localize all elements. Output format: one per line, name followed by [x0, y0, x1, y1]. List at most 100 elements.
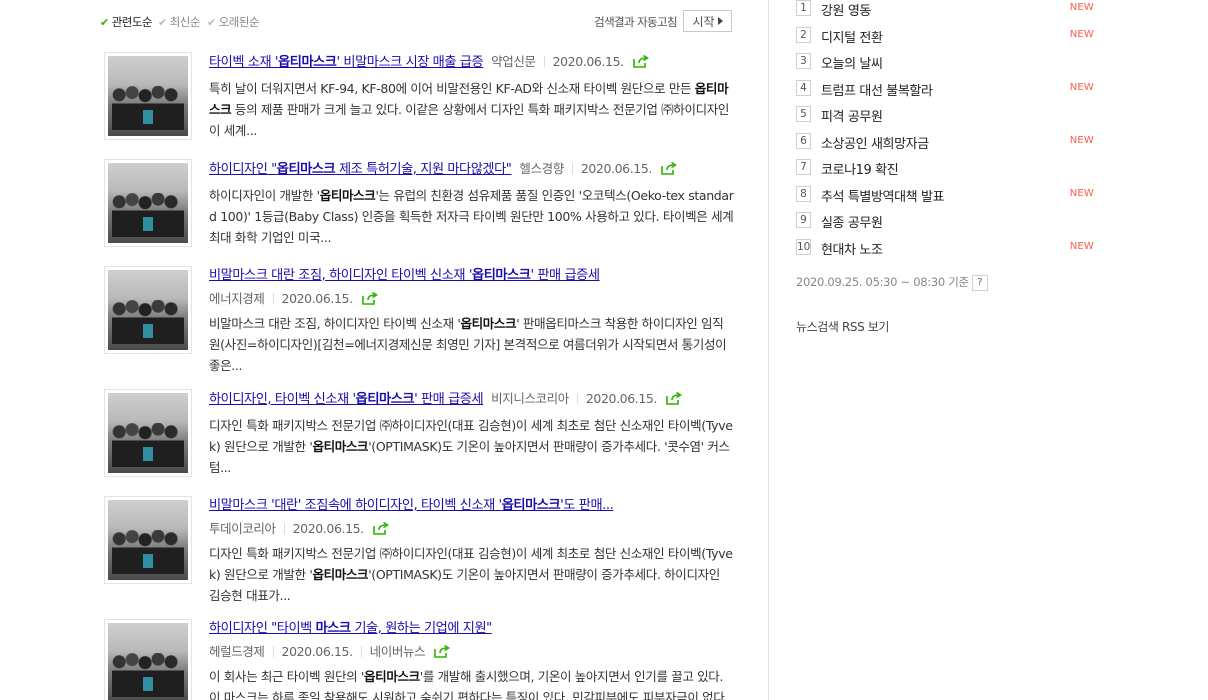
ranking-item[interactable]: 7 코로나19 확진: [796, 159, 1096, 179]
ranking-keyword[interactable]: 트럼프 대선 불복할라: [821, 80, 933, 99]
title-text: 하이디자인, 타이벡 신소재 ': [209, 392, 356, 407]
share-icon[interactable]: [666, 391, 683, 405]
ranking-number: 6: [796, 132, 811, 149]
ranking-keyword[interactable]: 현대차 노조: [821, 239, 883, 258]
title-text: 비말마스크 '대란' 조짐속에 하이디자인, 타이벡 신소재 ': [209, 498, 502, 513]
title-text: '도 판매...: [560, 498, 614, 513]
title-text: 제조 특허기술, 지원 마다않겠다": [335, 162, 512, 177]
news-thumbnail[interactable]: [104, 496, 192, 584]
meta-divider: [576, 393, 578, 404]
news-title-link[interactable]: 하이디자인 "타이벡 마스크 기술, 원하는 기업에 지원": [209, 621, 492, 636]
news-source[interactable]: 에너지경제: [209, 291, 265, 306]
news-source[interactable]: 비지니스코리아: [491, 391, 569, 406]
ranking-number: 2: [796, 26, 811, 43]
auto-refresh-start-button[interactable]: 시작: [683, 10, 732, 32]
title-text: ' 비말마스크 시장 매출 급증: [336, 55, 484, 70]
sort-relevance[interactable]: ✔ 관련도순: [100, 14, 153, 30]
news-title-link[interactable]: 하이디자인, 타이벡 신소재 '옵티마스크' 판매 급증세: [209, 392, 484, 407]
start-label: 시작: [692, 14, 715, 29]
highlight-keyword: 옵티마스크: [355, 392, 415, 407]
news-date: 2020.06.15.: [281, 291, 354, 306]
ranking-keyword[interactable]: 실종 공무원: [821, 212, 883, 231]
meta-divider: [272, 293, 274, 304]
ranking-item[interactable]: 6 소상공인 새희망자금 NEW: [796, 132, 1096, 153]
news-source[interactable]: 헬스경향: [519, 161, 564, 176]
news-title-line: 하이디자인 "옵티마스크 제조 특허기술, 지원 마다않겠다" 헬스경향 2020.…: [209, 159, 734, 180]
meta-divider: [360, 646, 362, 657]
news-description: 디자인 특화 패키지박스 전문기업 ㈜하이디자인(대표 김승현)이 세계 최초로…: [209, 543, 734, 606]
ranking-keyword[interactable]: 코로나19 확진: [821, 159, 899, 178]
group-photo: [108, 163, 188, 243]
news-description: 이 회사는 최근 타이벡 원단의 '옵티마스크'를 개발해 출시했으며, 기온이…: [209, 666, 734, 700]
ranking-number: 10: [796, 238, 811, 255]
news-title-link[interactable]: 타이벡 소재 '옵티마스크' 비말마스크 시장 매출 급증: [209, 55, 484, 70]
title-text: ' 판매 급증세: [530, 268, 600, 283]
news-title-link[interactable]: 비말마스크 '대란' 조짐속에 하이디자인, 타이벡 신소재 '옵티마스크'도 …: [209, 498, 614, 513]
ranking-number: 4: [796, 79, 811, 96]
group-photo: [108, 500, 188, 580]
news-title-line: 비말마스크 대란 조짐, 하이디자인 타이벡 신소재 '옵티마스크' 판매 급증…: [209, 266, 734, 286]
share-icon[interactable]: [632, 54, 649, 68]
ranking-item[interactable]: 1 강원 영동 NEW: [796, 0, 1096, 20]
new-badge: NEW: [1069, 28, 1094, 40]
news-meta-line: 에너지경제 2020.06.15.: [209, 290, 734, 308]
news-thumbnail[interactable]: [104, 159, 192, 247]
column-divider: [768, 0, 769, 700]
ranking-number: 9: [796, 212, 811, 228]
ranking-number: 3: [796, 53, 811, 69]
group-photo: [108, 56, 188, 136]
share-icon[interactable]: [361, 291, 378, 305]
ranking-item[interactable]: 9 실종 공무원: [796, 212, 1096, 232]
highlight-keyword: 옵티마스크: [312, 439, 369, 454]
title-text: 타이벡 소재 ': [209, 55, 279, 70]
ranking-keyword[interactable]: 피격 공무원: [821, 106, 883, 125]
highlight-keyword: 옵티마스크: [364, 669, 420, 684]
share-icon[interactable]: [372, 521, 389, 535]
ranking-item[interactable]: 8 추석 특별방역대책 발표 NEW: [796, 185, 1096, 206]
ranking-number: 7: [796, 159, 811, 175]
news-source[interactable]: 투데이코리아: [209, 521, 276, 536]
ranking-item[interactable]: 5 피격 공무원: [796, 106, 1096, 126]
ranking-keyword[interactable]: 오늘의 날씨: [821, 53, 883, 72]
rss-link[interactable]: 뉴스검색 RSS 보기: [796, 318, 889, 335]
news-thumbnail[interactable]: [104, 52, 192, 140]
news-title-line: 타이벡 소재 '옵티마스크' 비말마스크 시장 매출 급증 약업신문 2020.06…: [209, 52, 734, 73]
ranking-time: 2020.09.25. 05:30 ~ 08:30 기준?: [796, 274, 988, 291]
news-thumbnail[interactable]: [104, 389, 192, 477]
ranking-item[interactable]: 10 현대차 노조 NEW: [796, 238, 1096, 259]
ranking-keyword[interactable]: 디지털 전환: [821, 27, 883, 46]
ranking-keyword[interactable]: 소상공인 새희망자금: [821, 133, 929, 152]
help-icon[interactable]: ?: [971, 274, 988, 291]
news-body: 하이디자인 "타이벡 마스크 기술, 원하는 기업에 지원" 헤럴드경제 2020.…: [209, 619, 734, 700]
title-text: ' 판매 급증세: [414, 392, 484, 407]
sort-latest-label: 최신순: [169, 15, 201, 29]
share-icon[interactable]: [434, 644, 451, 658]
highlight-keyword: 옵티마스크: [501, 498, 561, 513]
new-badge: NEW: [1069, 240, 1094, 252]
news-title-link[interactable]: 비말마스크 대란 조짐, 하이디자인 타이벡 신소재 '옵티마스크' 판매 급증…: [209, 268, 600, 283]
ranking-number: 5: [796, 106, 811, 122]
sort-oldest[interactable]: ✔ 오래된순: [207, 14, 260, 30]
ranking-item[interactable]: 3 오늘의 날씨: [796, 53, 1096, 73]
ranking-keyword[interactable]: 추석 특별방역대책 발표: [821, 186, 944, 205]
ranking-item[interactable]: 4 트럼프 대선 불복할라 NEW: [796, 79, 1096, 100]
news-thumbnail[interactable]: [104, 266, 192, 354]
sort-latest[interactable]: ✔ 최신순: [158, 14, 200, 30]
news-thumbnail[interactable]: [104, 619, 192, 700]
news-body: 타이벡 소재 '옵티마스크' 비말마스크 시장 매출 급증 약업신문 2020.06…: [209, 52, 734, 141]
check-icon: ✔: [100, 16, 109, 29]
desc-text: 하이디자인이 개발한 ': [209, 188, 320, 203]
ranking-item[interactable]: 2 디지털 전환 NEW: [796, 26, 1096, 47]
naver-news-link[interactable]: 네이버뉴스: [370, 644, 426, 659]
news-source[interactable]: 헤럴드경제: [209, 644, 265, 659]
ranking-number: 8: [796, 185, 811, 202]
meta-divider: [543, 56, 545, 67]
news-description: 특히 날이 더워지면서 KF-94, KF-80에 이어 비말전용인 KF-AD…: [209, 78, 734, 141]
news-source[interactable]: 약업신문: [491, 54, 536, 69]
ranking-keyword[interactable]: 강원 영동: [821, 0, 871, 19]
news-title-link[interactable]: 하이디자인 "옵티마스크 제조 특허기술, 지원 마다않겠다": [209, 162, 512, 177]
share-icon[interactable]: [661, 161, 677, 175]
news-date: 2020.06.15.: [552, 54, 625, 69]
check-icon: ✔: [158, 16, 167, 29]
play-icon: [717, 17, 723, 25]
